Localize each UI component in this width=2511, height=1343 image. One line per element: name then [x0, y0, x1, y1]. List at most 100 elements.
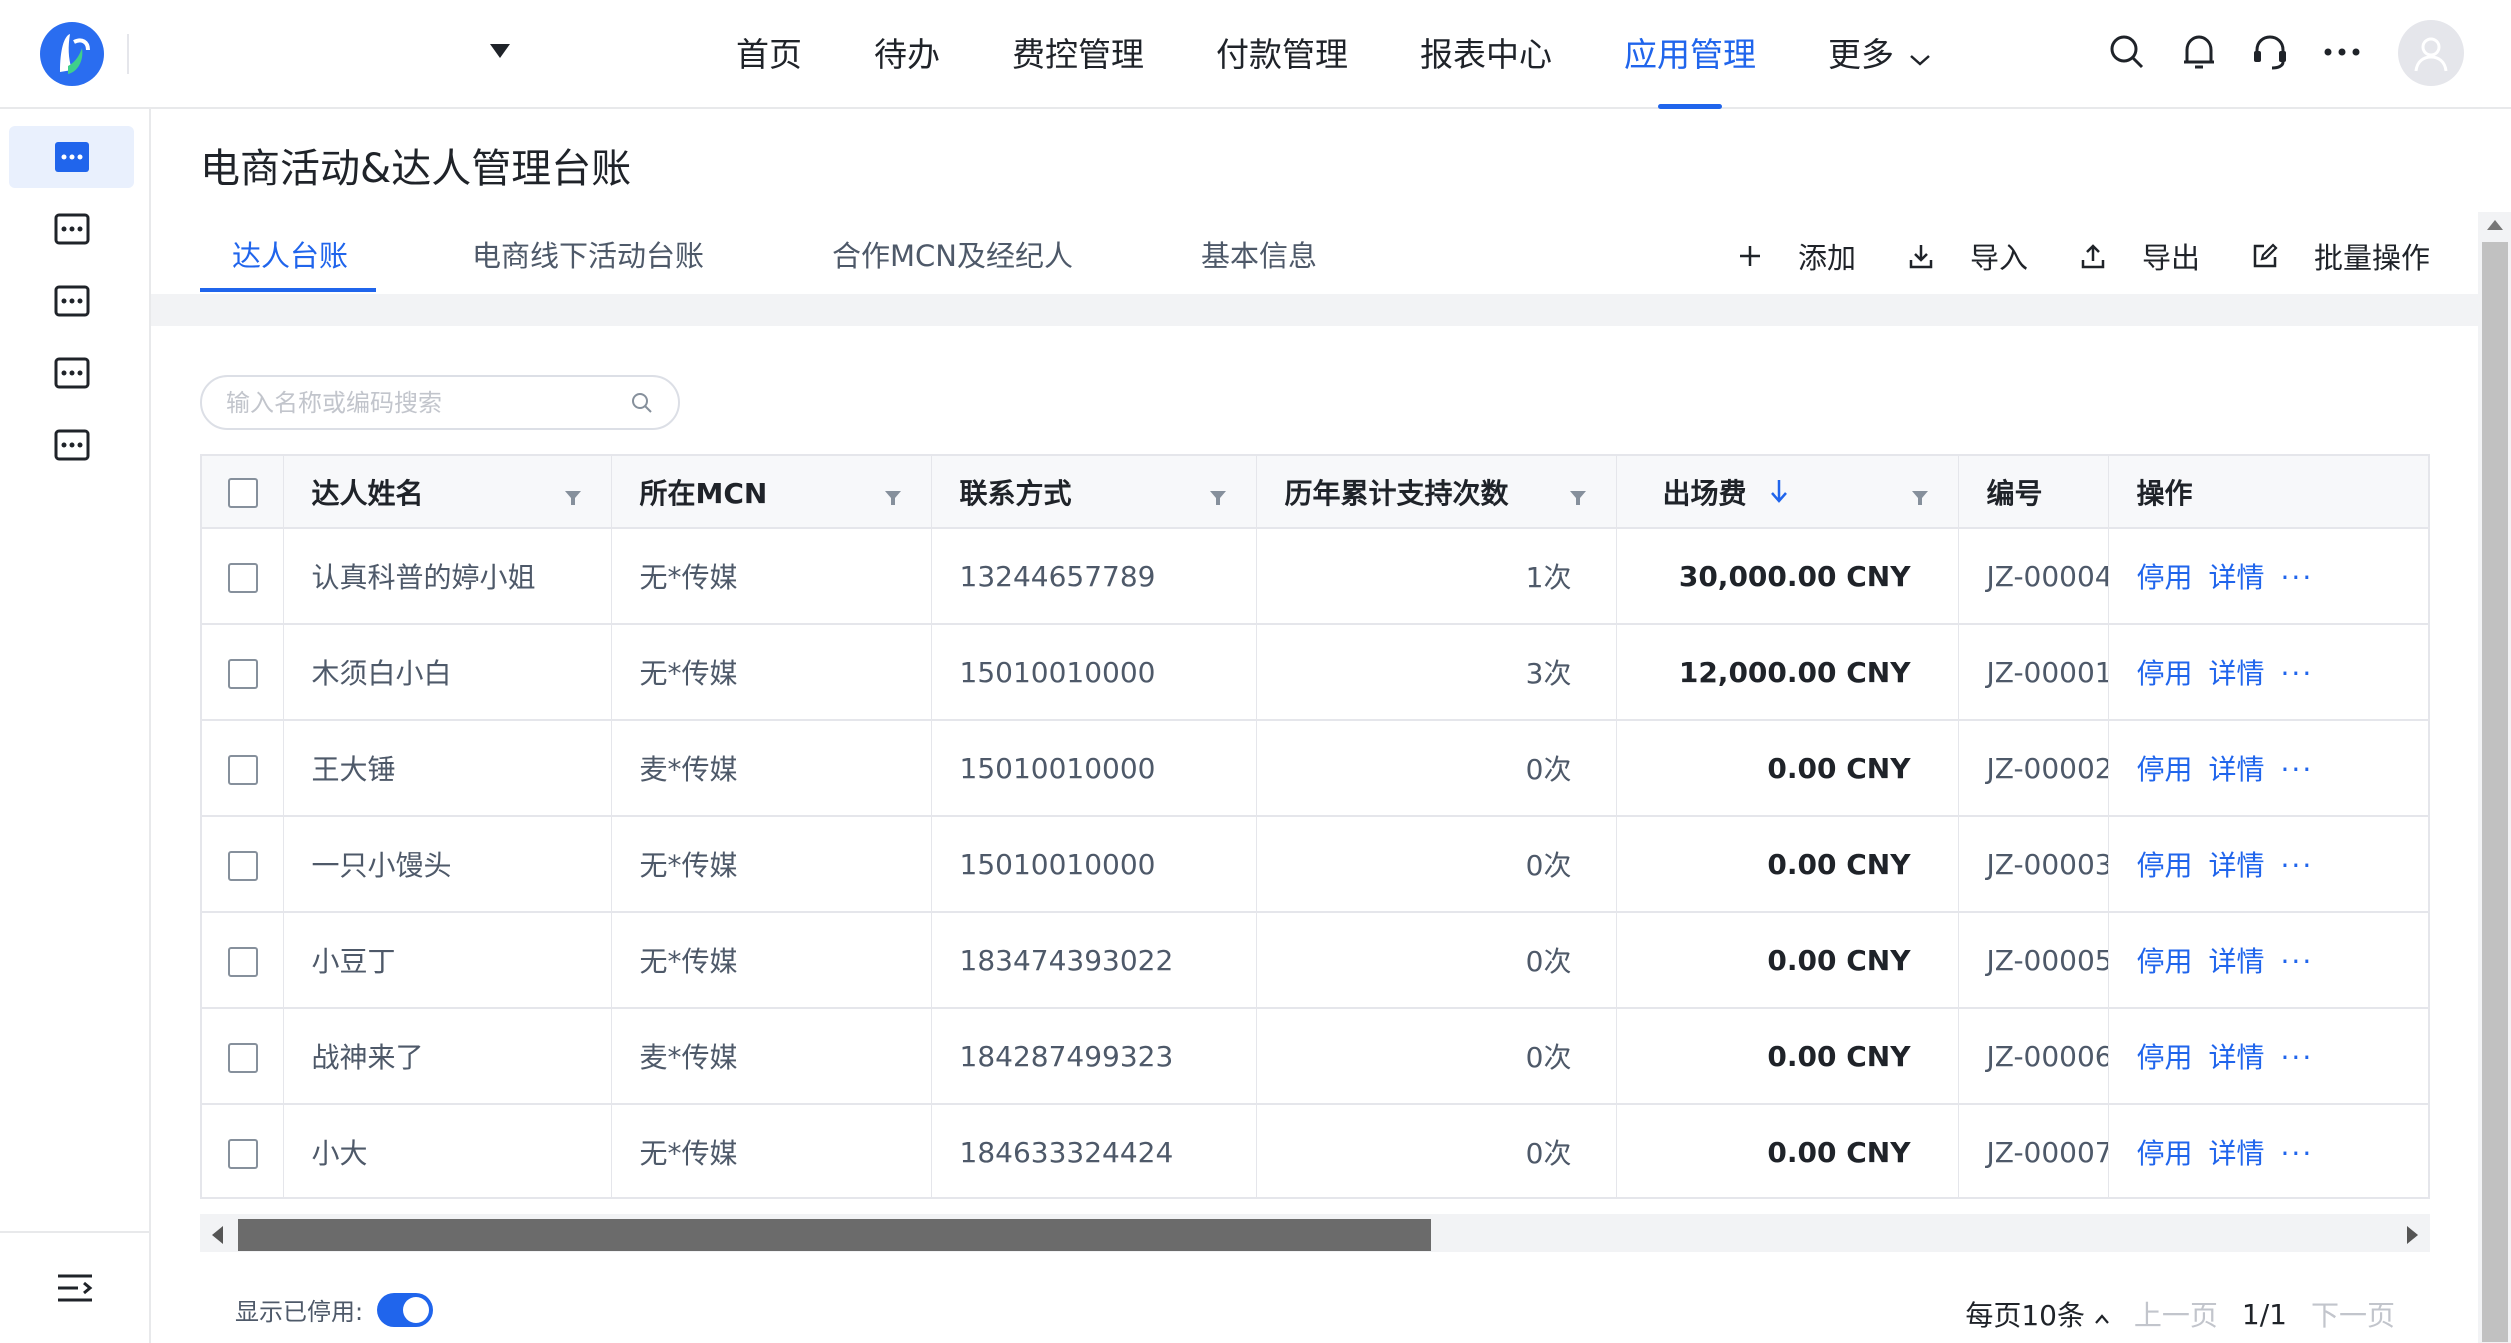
nav-more[interactable]: 更多 [1792, 0, 1968, 109]
row-checkbox[interactable] [228, 1138, 258, 1169]
more-icon[interactable] [2320, 30, 2364, 74]
show-disabled-toggle[interactable] [377, 1292, 434, 1327]
page-size-select[interactable]: 每页10条 [1941, 1294, 2110, 1334]
app-logo-icon[interactable] [38, 20, 106, 88]
nav-expense-control[interactable]: 费控管理 [976, 0, 1180, 109]
row-checkbox[interactable] [228, 754, 258, 785]
cell-contact: 15010010000 [931, 624, 1257, 721]
filter-icon[interactable] [563, 482, 583, 515]
detail-link[interactable]: 详情 [2209, 753, 2265, 786]
table-row[interactable]: 小豆丁 无*传媒 183474393022 0次 0.00 CNY JZ-00005 停用详… [202, 912, 2428, 1009]
scroll-up-arrow-icon[interactable] [2487, 220, 2503, 230]
workspace-dropdown-caret-icon[interactable] [490, 44, 510, 58]
horizontal-scrollbar-thumb[interactable] [238, 1219, 1431, 1251]
col-header-code: 编号 [1958, 456, 2109, 529]
row-checkbox[interactable] [228, 946, 258, 977]
cell-name: 木须白小白 [283, 624, 612, 721]
scroll-left-arrow-icon[interactable] [212, 1226, 223, 1244]
cell-code: JZ-00006 [1958, 1008, 2109, 1105]
vertical-scrollbar[interactable] [2478, 212, 2511, 1343]
filter-icon[interactable] [1208, 482, 1228, 515]
filter-icon[interactable] [1568, 482, 1588, 515]
tab-basic-info[interactable]: 基本信息 [1201, 228, 1317, 294]
row-more-icon[interactable]: ··· [2281, 945, 2314, 978]
row-more-icon[interactable]: ··· [2281, 561, 2314, 594]
filter-icon[interactable] [883, 482, 903, 515]
headset-icon[interactable] [2248, 30, 2292, 74]
detail-link[interactable]: 详情 [2209, 657, 2265, 690]
cell-fee: 0.00 CNY [1616, 1008, 1959, 1105]
select-all-checkbox[interactable] [228, 478, 258, 508]
rail-item-1[interactable] [9, 126, 134, 188]
sort-desc-icon[interactable] [1770, 478, 1788, 511]
table-row[interactable]: 王大锤 麦*传媒 15010010000 0次 0.00 CNY JZ-00002 停用 详情… [202, 720, 2428, 817]
disable-link[interactable]: 停用 [2137, 945, 2193, 978]
next-page-button[interactable]: 下一页 [2311, 1294, 2395, 1334]
rail-item-3[interactable] [9, 270, 134, 332]
detail-link[interactable]: 详情 [2209, 945, 2265, 978]
vertical-scrollbar-thumb[interactable] [2482, 242, 2508, 1342]
row-more-icon[interactable]: ··· [2281, 1041, 2314, 1074]
disable-link[interactable]: 停用 [2137, 561, 2193, 594]
cell-actions: 停用 详情 ··· [2108, 624, 2428, 721]
col-header-fee: 出场费 [1616, 456, 1959, 529]
col-header-actions: 操作 [2108, 456, 2428, 529]
row-select-cell [202, 624, 284, 721]
rail-item-4[interactable] [9, 342, 134, 404]
cell-fee: 12,000.00 CNY [1616, 624, 1959, 721]
rail-item-5[interactable] [9, 414, 134, 476]
detail-link[interactable]: 详情 [2209, 1041, 2265, 1074]
disable-link[interactable]: 停用 [2137, 753, 2193, 786]
collapse-menu-icon[interactable] [0, 1231, 149, 1343]
detail-link[interactable]: 详情 [2209, 849, 2265, 882]
table-row[interactable]: 小大 无*传媒 184633324424 0次 0.00 CNY JZ-00007 停用 详情… [202, 1104, 2428, 1197]
table-row[interactable]: 一只小馒头 无*传媒 15010010000 0次 0.00 CNY JZ-00003 停用… [202, 816, 2428, 913]
add-button[interactable]: 添加 [1738, 235, 1856, 277]
row-more-icon[interactable]: ··· [2281, 657, 2314, 690]
tab-offline-activity-ledger[interactable]: 电商线下活动台账 [472, 228, 704, 294]
prev-page-button[interactable]: 上一页 [2134, 1294, 2218, 1334]
rail-item-2[interactable] [9, 198, 134, 260]
nav-app-management[interactable]: 应用管理 [1588, 0, 1792, 109]
table-row[interactable]: 木须白小白 无*传媒 15010010000 3次 12,000.00 CNY JZ-00… [202, 624, 2428, 721]
user-avatar-icon[interactable] [2398, 20, 2464, 86]
bell-icon[interactable] [2177, 30, 2221, 74]
row-more-icon[interactable]: ··· [2281, 849, 2314, 882]
cell-actions: 停用 详情 ··· [2108, 1104, 2428, 1197]
nav-home[interactable]: 首页 [700, 0, 838, 109]
scroll-right-arrow-icon[interactable] [2407, 1226, 2418, 1244]
tab-talent-ledger[interactable]: 达人台账 [200, 228, 376, 294]
row-checkbox[interactable] [228, 562, 258, 593]
cell-fee: 0.00 CNY [1616, 816, 1959, 913]
disable-link[interactable]: 停用 [2137, 1137, 2193, 1170]
row-more-icon[interactable]: ··· [2281, 753, 2314, 786]
search-input[interactable] [226, 377, 606, 428]
row-checkbox[interactable] [228, 850, 258, 881]
nav-todo[interactable]: 待办 [838, 0, 976, 109]
detail-link[interactable]: 详情 [2209, 561, 2265, 594]
export-button[interactable]: 导出 [2080, 235, 2200, 277]
tab-mcn-agents[interactable]: 合作MCN及经纪人 [832, 228, 1073, 294]
row-more-icon[interactable]: ··· [2281, 1137, 2314, 1170]
table-row[interactable]: 认真科普的婷小姐 无*传媒 13244657789 1次 30,000.00 CNY JZ… [202, 528, 2428, 625]
search-icon[interactable] [2105, 30, 2149, 74]
filter-icon[interactable] [1910, 482, 1930, 515]
cell-name: 一只小馒头 [283, 816, 612, 913]
page-info: 1/1 [2241, 1297, 2287, 1331]
search-icon[interactable] [630, 391, 654, 419]
horizontal-scrollbar[interactable] [200, 1214, 2430, 1252]
row-checkbox[interactable] [228, 658, 258, 689]
row-select-cell [202, 528, 284, 625]
cell-code: JZ-00003 [1958, 816, 2109, 913]
disable-link[interactable]: 停用 [2137, 1041, 2193, 1074]
detail-link[interactable]: 详情 [2209, 1137, 2265, 1170]
nav-payment[interactable]: 付款管理 [1180, 0, 1384, 109]
disable-link[interactable]: 停用 [2137, 657, 2193, 690]
nav-reports[interactable]: 报表中心 [1384, 0, 1588, 109]
row-checkbox[interactable] [228, 1042, 258, 1073]
disable-link[interactable]: 停用 [2137, 849, 2193, 882]
import-button[interactable]: 导入 [1908, 235, 2028, 277]
table-row[interactable]: 战神来了 麦*传媒 184287499323 0次 0.00 CNY JZ-00006 停用… [202, 1008, 2428, 1105]
app-icon [54, 213, 89, 245]
batch-operation-button[interactable]: 批量操作 [2252, 235, 2430, 277]
